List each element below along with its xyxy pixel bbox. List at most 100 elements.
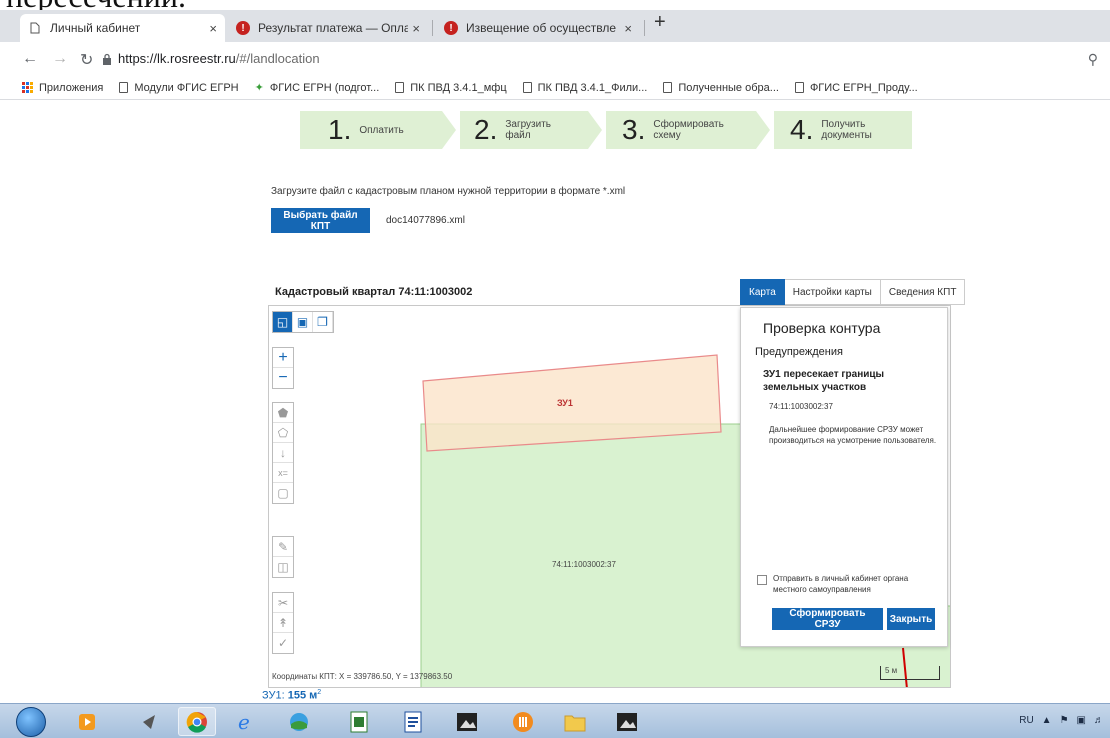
tab-notice[interactable]: ! Извещение об осуществлении × [436,14,640,42]
internet-explorer-icon[interactable]: e [226,707,264,736]
bookmark-apps[interactable]: Приложения [22,82,103,94]
pentagon-icon[interactable]: ⬟ [273,403,293,423]
contour-check-panel: Проверка контура Предупреждения ЗУ1 пере… [740,307,948,647]
browser-toolbar: ← → ↻ https://lk.rosreestr.ru/#/landloca… [0,42,1110,76]
new-tab-button[interactable]: + [654,12,666,32]
reload-icon[interactable]: ↻ [80,50,93,70]
warnings-heading: Предупреждения [755,346,843,358]
system-tray: RU ▲ ⚑ ▣ ♬ [1019,715,1104,726]
pentagon-plus-icon[interactable]: ⬠ [273,423,293,443]
leaf-icon: ✦ [254,82,264,94]
page-icon [395,82,405,93]
start-button[interactable] [16,707,46,737]
selected-filename: doc14077896.xml [386,215,465,226]
back-arrow-icon[interactable]: ← [22,50,38,68]
scissors-icon[interactable]: ✂ [273,593,293,613]
polygon-select-icon[interactable]: ◱ [273,312,293,332]
scale-bar: 5 м [880,666,940,680]
tab-kpt-info[interactable]: Сведения КПТ [880,279,966,305]
parcel-label: 74:11:1003002:37 [552,560,616,569]
apps-icon [22,82,33,93]
panel-title: Проверка контура [763,320,881,336]
chrome-icon[interactable] [178,707,216,736]
selection-mode-group: ◱ ▣ ❐ [272,311,334,333]
bookmark-pk-pvd-fili[interactable]: ПК ПВД 3.4.1_Фили... [522,82,647,94]
check-circle-icon[interactable]: ✓ [273,633,293,653]
page-icon [794,82,804,93]
coordinates-readout: Координаты КПТ: X = 339786.50, Y = 13798… [272,672,453,681]
tab-personal-cabinet[interactable]: Личный кабинет × [20,14,225,42]
windows-taskbar: e RU ▲ ⚑ ▣ ♬ [0,703,1110,738]
close-icon[interactable]: × [624,21,632,36]
bookmark-fgis-prep[interactable]: ✦ ФГИС ЕГРН (подгот... [254,81,380,95]
bookmark-fgis-prod[interactable]: ФГИС ЕГРН_Проду... [794,82,918,94]
browser-tab-strip: Личный кабинет × ! Результат платежа — О… [0,10,1110,42]
tray-flag-icon[interactable]: ⚑ [1060,715,1069,726]
tab-map[interactable]: Карта [740,279,785,305]
forward-arrow-icon[interactable]: → [52,50,68,68]
pencil-icon[interactable]: ✎ [273,537,293,557]
copy-icon[interactable]: ❐ [313,312,333,332]
folder-icon[interactable] [556,707,594,736]
choose-kpt-file-button[interactable]: Выбрать файл КПТ [271,208,370,233]
page-icon [28,21,42,35]
split-icon[interactable]: ↟ [273,613,293,633]
save-icon[interactable]: ◫ [273,557,293,577]
warning-note: Дальнейшее формирование СРЗУ может произ… [769,425,937,445]
trash-icon[interactable]: ▢ [273,483,293,503]
step-form-scheme: 3. Сформировать схему [606,111,756,149]
misc-tools: ✂ ↟ ✓ [272,592,294,654]
layer-icon[interactable]: ▣ [293,312,313,332]
zoom-out-button[interactable]: − [273,368,293,388]
step-arrow [588,111,602,149]
globe-app-icon[interactable] [280,707,318,736]
bookmark-pk-pvd-mfc[interactable]: ПК ПВД 3.4.1_мфц [395,82,507,94]
page-icon [119,82,129,93]
tab-separator [644,20,645,36]
draw-tools: ⬟ ⬠ ↓ x= ▢ [272,402,294,504]
zu1-label: ЗУ1 [557,398,573,408]
send-to-lsg-checkbox[interactable] [757,575,767,585]
step-arrow [442,111,456,149]
tray-up-arrow-icon[interactable]: ▲ [1042,715,1052,726]
intersecting-parcel-number: 74:11:1003002:37 [769,402,833,411]
x-equals-icon[interactable]: x= [273,463,293,483]
bookmark-received[interactable]: Полученные обра... [663,82,779,94]
media-player-icon[interactable] [68,707,106,736]
bookmark-modules[interactable]: Модули ФГИС ЕГРН [119,82,239,94]
lock-icon [103,53,111,65]
address-bar[interactable]: https://lk.rosreestr.ru/#/landlocation [118,51,320,66]
zoom-in-button[interactable]: + [273,348,293,368]
tab-map-settings[interactable]: Настройки карты [784,279,881,305]
language-indicator[interactable]: RU [1019,715,1033,726]
tray-volume-icon[interactable]: ♬ [1094,715,1104,726]
close-button[interactable]: Закрыть [887,608,935,630]
zoom-icon[interactable]: ⚲ [1088,51,1098,68]
download-circle-icon[interactable]: ↓ [273,443,293,463]
error-icon: ! [444,21,458,35]
send-to-lsg-label: Отправить в личный кабинет органа местно… [773,574,909,594]
photo-viewer-icon[interactable] [608,707,646,736]
image-viewer-icon[interactable] [448,707,486,736]
svg-text:e: e [238,711,250,733]
wizard-steps: 1. Оплатить 2. Загрузить файл 3. Сформирова… [300,111,912,149]
orange-app-icon[interactable] [504,707,542,736]
cadastral-quarter-title: Кадастровый квартал 74:11:1003002 [275,286,473,298]
close-icon[interactable]: × [209,21,217,36]
cursor-tool-icon[interactable] [130,707,168,736]
tray-network-icon[interactable]: ▣ [1077,715,1086,726]
form-srzu-button[interactable]: Сформировать СРЗУ [772,608,883,630]
page-icon [522,82,532,93]
close-icon[interactable]: × [412,21,420,36]
error-icon: ! [236,21,250,35]
map-tabs: Карта Настройки карты Сведения КПТ [740,279,966,305]
upload-hint: Загрузите файл с кадастровым планом нужн… [271,186,626,197]
warning-text: ЗУ1 пересекает границы земельных участко… [763,369,885,393]
tab-separator [432,20,433,36]
tab-payment-result[interactable]: ! Результат платежа — Оплата го × [228,14,428,42]
step-arrow [756,111,770,149]
page-icon [663,82,673,93]
bookmarks-bar: Приложения Модули ФГИС ЕГРН ✦ ФГИС ЕГРН … [0,76,1110,100]
word-document-icon[interactable] [394,707,432,736]
excel-icon[interactable] [340,707,378,736]
